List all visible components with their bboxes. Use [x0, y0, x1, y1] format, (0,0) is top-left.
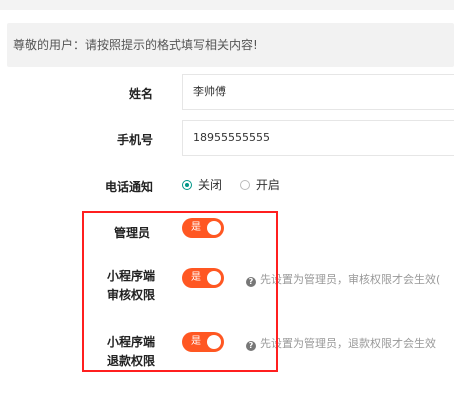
phone-label: 手机号 — [116, 133, 153, 147]
notice-banner: 尊敬的用户：请按照提示的格式填写相关内容! — [7, 23, 454, 67]
mini-review-switch[interactable]: 是 — [182, 268, 224, 288]
mini-review-hint-text: 先设置为管理员，审核权限才会生效( — [260, 273, 441, 286]
question-circle-icon: ? — [246, 341, 256, 351]
mini-review-label: 小程序端 审核权限 — [107, 267, 167, 305]
mini-refund-label-line1: 小程序端 — [107, 335, 156, 349]
mini-refund-hint-text: 先设置为管理员，退款权限才会生效 — [260, 337, 436, 350]
mini-refund-hint: ? 先设置为管理员，退款权限才会生效 — [246, 335, 454, 351]
top-bar — [0, 0, 454, 10]
call-notify-radio-group: 关闭 开启 — [182, 176, 294, 193]
radio-option-off-label: 关闭 — [198, 178, 223, 192]
switch-knob — [207, 335, 221, 349]
question-circle-icon: ? — [246, 277, 256, 287]
radio-checked-icon — [182, 179, 192, 190]
mini-refund-switch-text: 是 — [191, 336, 201, 347]
name-input[interactable]: 李帅傅 — [182, 74, 454, 110]
mini-review-hint: ? 先设置为管理员，审核权限才会生效( — [246, 271, 454, 287]
mini-review-label-line1: 小程序端 — [107, 269, 156, 283]
admin-switch[interactable]: 是 — [182, 218, 224, 238]
mini-review-switch-text: 是 — [191, 272, 201, 283]
radio-option-on-label: 开启 — [255, 178, 280, 192]
mini-refund-switch[interactable]: 是 — [182, 332, 224, 352]
call-notify-label: 电话通知 — [104, 180, 153, 194]
radio-unchecked-icon — [239, 179, 250, 190]
name-label: 姓名 — [128, 87, 153, 101]
mini-refund-label-line2: 退款权限 — [107, 354, 156, 368]
admin-label: 管理员 — [113, 226, 150, 240]
admin-switch-text: 是 — [191, 222, 201, 233]
phone-input[interactable]: 18955555555 — [182, 120, 454, 156]
switch-knob — [207, 221, 221, 235]
mini-refund-label: 小程序端 退款权限 — [107, 333, 167, 371]
mini-review-label-line2: 审核权限 — [107, 288, 156, 302]
switch-knob — [207, 271, 221, 285]
radio-option-on[interactable]: 开启 — [239, 176, 280, 193]
radio-option-off[interactable]: 关闭 — [182, 176, 222, 193]
